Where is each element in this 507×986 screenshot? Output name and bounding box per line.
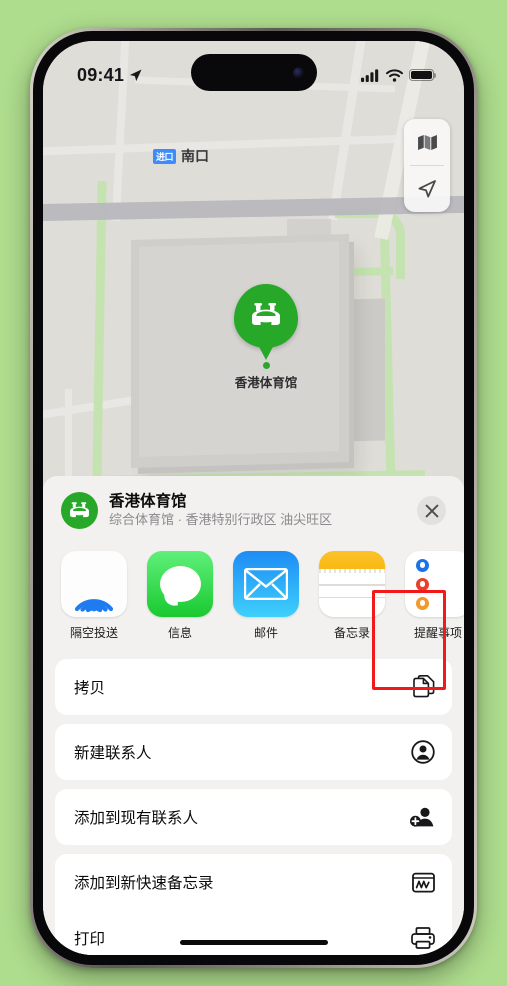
map-road — [43, 134, 414, 156]
notes-icon — [319, 551, 385, 618]
share-app-mail[interactable]: 邮件 — [233, 551, 299, 641]
action-label: 新建联系人 — [74, 745, 152, 763]
quick-note-icon — [412, 872, 435, 893]
share-app-row[interactable]: 隔空投送 信息 邮件 备忘录 提醒事项 — [55, 543, 464, 647]
clock: 09:41 — [77, 64, 125, 85]
share-app-notes[interactable]: 备忘录 — [319, 551, 385, 641]
action-label: 添加到新快速备忘录 — [74, 875, 214, 893]
map-mode-button[interactable] — [404, 119, 450, 165]
action-group: 拷贝 — [55, 659, 452, 716]
action-row-print[interactable]: 打印 — [55, 910, 452, 955]
front-camera — [292, 67, 304, 78]
phone-bezel: 进口 南口 香港体育馆 09:41 香港体育馆 综合体育馆 · 香港特别行政区 … — [33, 31, 474, 965]
action-label: 拷贝 — [74, 680, 106, 698]
cellular-signal-icon — [361, 68, 379, 82]
app-label: 邮件 — [253, 626, 278, 641]
phone-screen: 进口 南口 香港体育馆 09:41 香港体育馆 综合体育馆 · 香港特别行政区 … — [43, 41, 464, 955]
place-subtitle: 综合体育馆 · 香港特别行政区 油尖旺区 — [109, 512, 333, 528]
action-label: 添加到现有联系人 — [74, 810, 199, 828]
action-group: 添加到现有联系人 — [55, 789, 452, 846]
stadium-icon — [61, 492, 98, 530]
reminders-icon — [405, 551, 464, 618]
map-green-path — [92, 180, 107, 482]
stadium-icon — [252, 303, 280, 325]
home-indicator[interactable] — [179, 939, 328, 945]
app-label: 备忘录 — [333, 626, 370, 641]
action-label: 打印 — [74, 931, 106, 949]
app-label: 提醒事项 — [413, 626, 462, 641]
app-label: 隔空投送 — [69, 626, 118, 641]
map-controls — [404, 119, 450, 212]
share-app-reminders[interactable]: 提醒事项 — [405, 551, 464, 641]
entrance-badge: 进口 — [153, 148, 177, 164]
map-poi-nankou[interactable]: 进口 南口 — [153, 146, 209, 166]
location-arrow-icon — [418, 180, 436, 198]
place-info: 香港体育馆 综合体育馆 · 香港特别行政区 油尖旺区 — [109, 492, 406, 529]
messages-icon — [147, 551, 213, 618]
wifi-icon — [386, 68, 403, 82]
action-row-copy[interactable]: 拷贝 — [55, 659, 452, 715]
add-to-contact-icon — [409, 806, 435, 828]
share-app-messages[interactable]: 信息 — [147, 551, 213, 641]
close-button[interactable] — [417, 496, 446, 526]
pin-anchor-dot — [262, 362, 270, 369]
status-bar-left: 09:41 — [77, 65, 143, 86]
action-row-quick-note[interactable]: 添加到新快速备忘录 — [55, 854, 452, 910]
pin-caption: 香港体育馆 — [234, 376, 298, 390]
place-title: 香港体育馆 — [109, 493, 187, 510]
action-row-new-contact[interactable]: 新建联系人 — [55, 724, 452, 780]
new-contact-icon — [411, 740, 435, 764]
mail-icon — [233, 551, 299, 618]
share-sheet-header: 香港体育馆 综合体育馆 · 香港特别行政区 油尖旺区 — [55, 476, 452, 543]
status-bar-right — [361, 68, 437, 82]
locate-me-button[interactable] — [404, 166, 450, 212]
action-group: 新建联系人 — [55, 724, 452, 781]
map-pin-coliseum[interactable]: 香港体育馆 — [224, 284, 308, 391]
action-row-add-existing-contact[interactable]: 添加到现有联系人 — [55, 789, 452, 845]
battery-full-icon — [409, 68, 437, 82]
app-label: 信息 — [167, 626, 192, 641]
location-arrow-icon — [129, 69, 142, 81]
close-icon — [425, 504, 438, 517]
dynamic-island — [190, 54, 317, 91]
printer-icon — [411, 927, 435, 950]
pin-teardrop — [234, 284, 298, 348]
share-sheet: 香港体育馆 综合体育馆 · 香港特别行政区 油尖旺区 隔空投送 信息 邮件 备忘… — [43, 476, 464, 955]
airdrop-icon — [61, 551, 127, 618]
folded-map-icon — [417, 134, 437, 150]
poi-label-text: 南口 — [181, 148, 210, 164]
phone-frame: 进口 南口 香港体育馆 09:41 香港体育馆 综合体育馆 · 香港特别行政区 … — [30, 28, 477, 968]
copy-icon — [413, 675, 435, 699]
battery-level — [411, 71, 432, 79]
share-app-airdrop[interactable]: 隔空投送 — [61, 551, 127, 641]
map-building — [343, 298, 385, 442]
share-action-list: 拷贝 新建联系人 添加到现有联系人 添加到新快速备忘录 打印 — [55, 659, 452, 955]
